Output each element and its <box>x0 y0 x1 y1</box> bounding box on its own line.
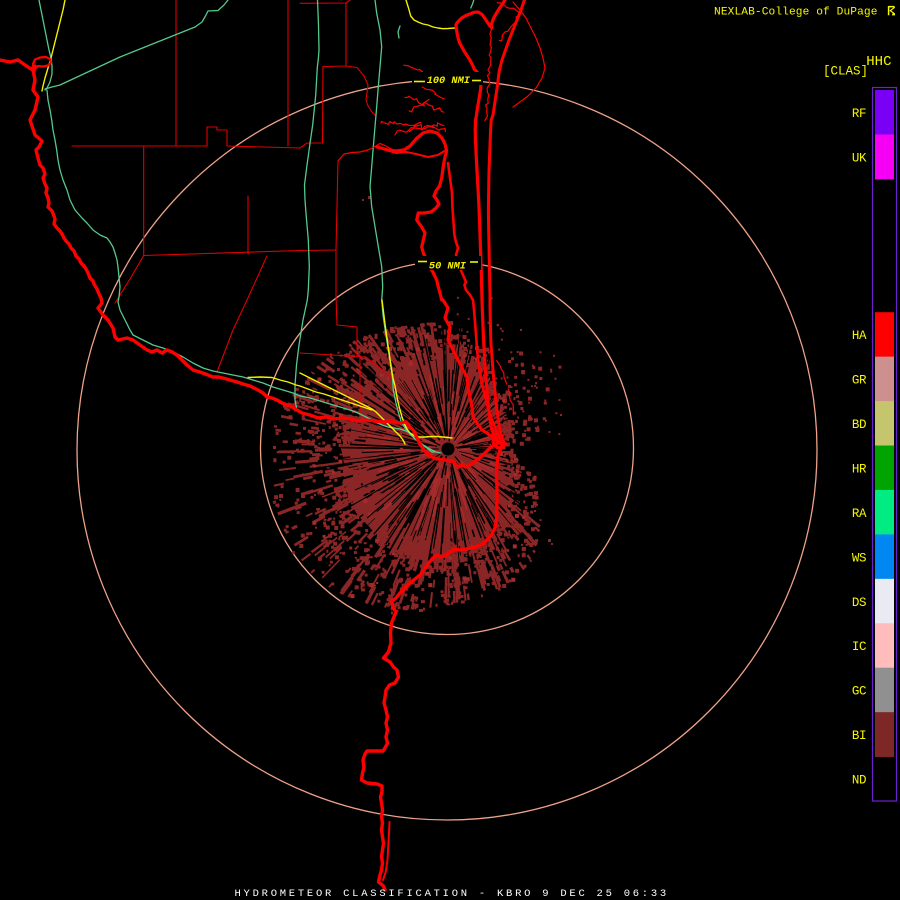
svg-text:BD: BD <box>852 418 866 432</box>
svg-text:HR: HR <box>852 462 867 476</box>
svg-text:RA: RA <box>852 507 867 521</box>
svg-text:GR: GR <box>852 374 867 388</box>
svg-text:GC: GC <box>852 685 866 699</box>
svg-text:RF: RF <box>852 107 866 121</box>
svg-text:HHC: HHC <box>866 54 891 70</box>
svg-text:50 NMI: 50 NMI <box>429 261 467 273</box>
svg-text:UK: UK <box>852 151 867 165</box>
svg-text:WS: WS <box>852 551 866 565</box>
svg-text:HA: HA <box>852 329 867 343</box>
svg-text:100 NMI: 100 NMI <box>427 75 471 87</box>
svg-text:BI: BI <box>852 729 866 743</box>
svg-text:HYDROMETEOR CLASSIFICATION - K: HYDROMETEOR CLASSIFICATION - KBRO 9 DEC … <box>235 888 669 900</box>
svg-text:NEXLAB-College of DuPage: NEXLAB-College of DuPage <box>714 7 878 19</box>
svg-text:[CLAS]: [CLAS] <box>823 65 868 79</box>
svg-text:ND: ND <box>852 774 866 788</box>
svg-text:DS: DS <box>852 596 866 610</box>
svg-text:IC: IC <box>852 640 866 654</box>
